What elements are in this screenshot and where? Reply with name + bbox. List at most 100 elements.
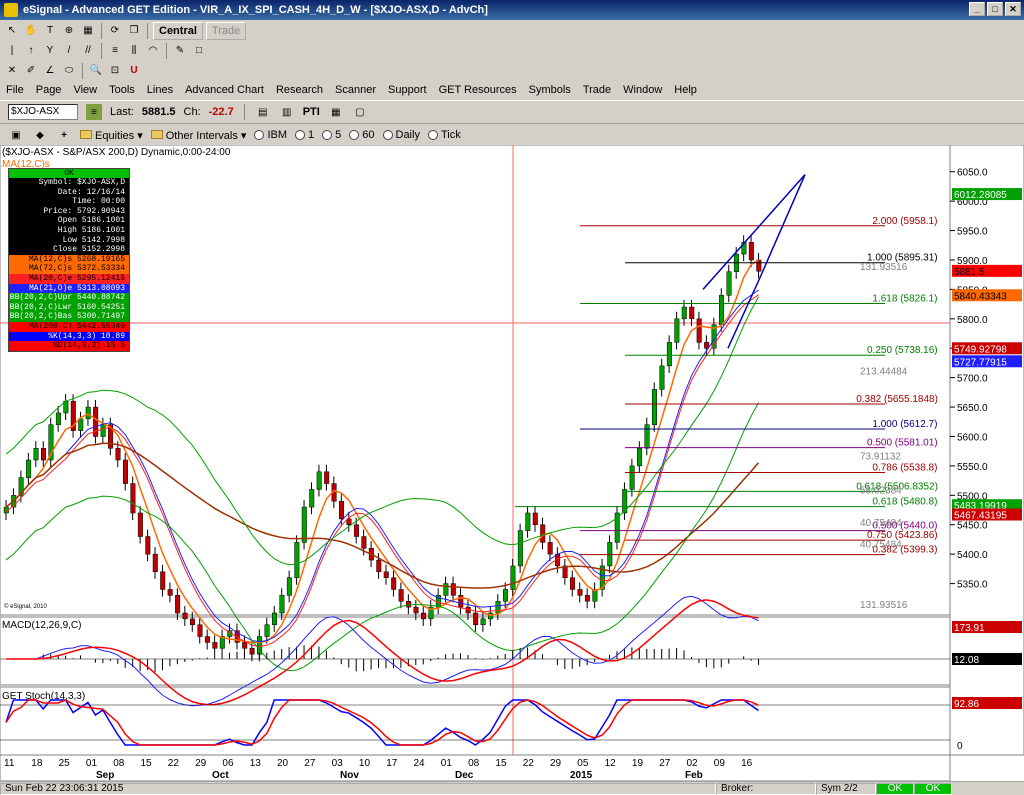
window-title: eSignal - Advanced GET Edition - VIR_A_I… — [23, 4, 488, 16]
price-chart-svg[interactable]: ($XJO-ASX - S&P/ASX 200,D) Dynamic,0:00-… — [0, 144, 1024, 782]
fib-time-icon[interactable]: ⫼ — [126, 43, 142, 59]
zoom-icon[interactable]: ⊕ — [61, 23, 77, 39]
menu-support[interactable]: Support — [388, 84, 427, 96]
menu-tools[interactable]: Tools — [109, 84, 135, 96]
fork-icon[interactable]: Y — [42, 43, 58, 59]
hand-icon[interactable]: ✋ — [23, 23, 39, 39]
candle-body — [130, 483, 136, 514]
text-tool-icon[interactable]: T — [42, 23, 58, 39]
trend-line-icon[interactable]: / — [61, 43, 77, 59]
candle-body — [584, 595, 590, 602]
other-intervals-folder[interactable]: Other Intervals ▾ — [150, 129, 246, 142]
interval-tick[interactable]: Tick — [427, 129, 461, 141]
y-tick-label: 5600.0 — [957, 432, 988, 443]
interval-60[interactable]: 60 — [349, 129, 375, 141]
mobile-icon[interactable]: ▢ — [352, 104, 368, 120]
menu-help[interactable]: Help — [674, 84, 697, 96]
angle-icon[interactable]: ∠ — [42, 63, 58, 79]
candle-body — [570, 577, 576, 590]
menu-page[interactable]: Page — [36, 84, 62, 96]
menu-advanced-chart[interactable]: Advanced Chart — [185, 84, 264, 96]
menu-get-resources[interactable]: GET Resources — [439, 84, 517, 96]
menu-scanner[interactable]: Scanner — [335, 84, 376, 96]
candle-body — [398, 589, 404, 602]
candle-body — [480, 618, 486, 626]
grid-icon[interactable]: ▦ — [80, 23, 96, 39]
trade-button[interactable]: Trade — [205, 21, 247, 40]
candle-body — [152, 553, 158, 573]
x-tick-label: 25 — [59, 758, 71, 769]
menu-window[interactable]: Window — [623, 84, 662, 96]
cursor-box-row: Time: 00:00 — [9, 197, 129, 207]
candle-body — [502, 589, 508, 602]
candle-body — [361, 536, 367, 549]
menu-lines[interactable]: Lines — [147, 84, 173, 96]
vertical-line-icon[interactable]: | — [4, 43, 20, 59]
x-month-label: 2015 — [570, 770, 593, 781]
maximize-button[interactable]: □ — [987, 2, 1003, 16]
menu-view[interactable]: View — [73, 84, 97, 96]
cursor-box-row: MA(20,C)e 5295.12415 — [9, 273, 129, 284]
candle-body — [55, 412, 61, 425]
cursor-box-row: Symbol: $XJO-ASX,D — [9, 178, 129, 188]
cursor-box-row: MA(72,C)s 5372.53334 — [9, 264, 129, 274]
menu-file[interactable]: File — [6, 84, 24, 96]
minimize-button[interactable]: _ — [969, 2, 985, 16]
menu-symbols[interactable]: Symbols — [529, 84, 571, 96]
pti-button[interactable]: PTI — [303, 106, 320, 118]
ellipse-icon[interactable]: ⬭ — [61, 63, 77, 79]
link-icon[interactable]: ≡ — [86, 104, 102, 120]
table-icon[interactable]: ▦ — [328, 104, 344, 120]
cursor-box-row: %K(14,3,3) 10.89 — [9, 331, 129, 342]
cursor-box-row: Price: 5792.90943 — [9, 206, 129, 217]
box-icon[interactable]: □ — [191, 43, 207, 59]
cursor-box-row: %D(14,3,3) 15.5 — [9, 341, 129, 351]
x-tick-label: 09 — [714, 758, 726, 769]
change-value: -22.7 — [208, 106, 234, 118]
candle-body — [532, 512, 538, 525]
x-tick-label: 24 — [414, 758, 426, 769]
x-tick-label: 19 — [632, 758, 644, 769]
page-icon[interactable]: ▤ — [255, 104, 271, 120]
y-tick-label: 5950.0 — [957, 227, 988, 238]
interval-5[interactable]: 5 — [322, 129, 341, 141]
central-button[interactable]: Central — [153, 21, 203, 40]
refresh-icon[interactable]: ⟳ — [107, 23, 123, 39]
cycle-icon[interactable]: ◠ — [145, 43, 161, 59]
chart-area[interactable]: ($XJO-ASX - S&P/ASX 200,D) Dynamic,0:00-… — [0, 144, 1024, 782]
lock-icon[interactable]: ⊡ — [107, 63, 123, 79]
pin-icon[interactable]: ◆ — [32, 127, 48, 143]
fib-icon[interactable]: ≡ — [107, 43, 123, 59]
channel-icon[interactable]: // — [80, 43, 96, 59]
menu-trade[interactable]: Trade — [583, 84, 611, 96]
close-button[interactable]: ✕ — [1005, 2, 1021, 16]
candle-body — [696, 318, 702, 343]
new-window-icon[interactable]: ❐ — [126, 23, 142, 39]
cursor-icon[interactable]: ↖ — [4, 23, 20, 39]
candle-body — [756, 259, 762, 272]
chart-icon[interactable]: ▥ — [279, 104, 295, 120]
undo-icon[interactable]: U — [126, 63, 142, 79]
candle-body — [301, 506, 307, 543]
equities-folder[interactable]: Equities ▾ — [80, 129, 143, 142]
x-tick-label: 29 — [550, 758, 562, 769]
scan-icon[interactable]: ▣ — [8, 127, 24, 143]
candle-body — [659, 365, 665, 390]
cursor-box-row: Close 5152.2998 — [9, 245, 129, 255]
x-month-label: Dec — [455, 770, 474, 781]
zoom-in-icon[interactable]: 🔍 — [88, 63, 104, 79]
candle-body — [473, 612, 479, 626]
draw-icon[interactable]: ✎ — [172, 43, 188, 59]
interval-1[interactable]: 1 — [295, 129, 314, 141]
cursor-box-ok[interactable]: OK — [9, 169, 129, 178]
interval-daily[interactable]: Daily — [382, 129, 420, 141]
candle-body — [137, 512, 143, 537]
menu-research[interactable]: Research — [276, 84, 323, 96]
up-arrow-icon[interactable]: ↑ — [23, 43, 39, 59]
interval-ibm[interactable]: IBM — [254, 129, 287, 141]
cursor-box-row: BB(20,2,C)Lwr 5160.54251 — [9, 302, 129, 313]
pencil-icon[interactable]: ✐ — [23, 63, 39, 79]
cross-icon[interactable]: ✕ — [4, 63, 20, 79]
add-icon[interactable]: + — [56, 127, 72, 143]
symbol-input[interactable]: $XJO-ASX — [8, 104, 78, 120]
